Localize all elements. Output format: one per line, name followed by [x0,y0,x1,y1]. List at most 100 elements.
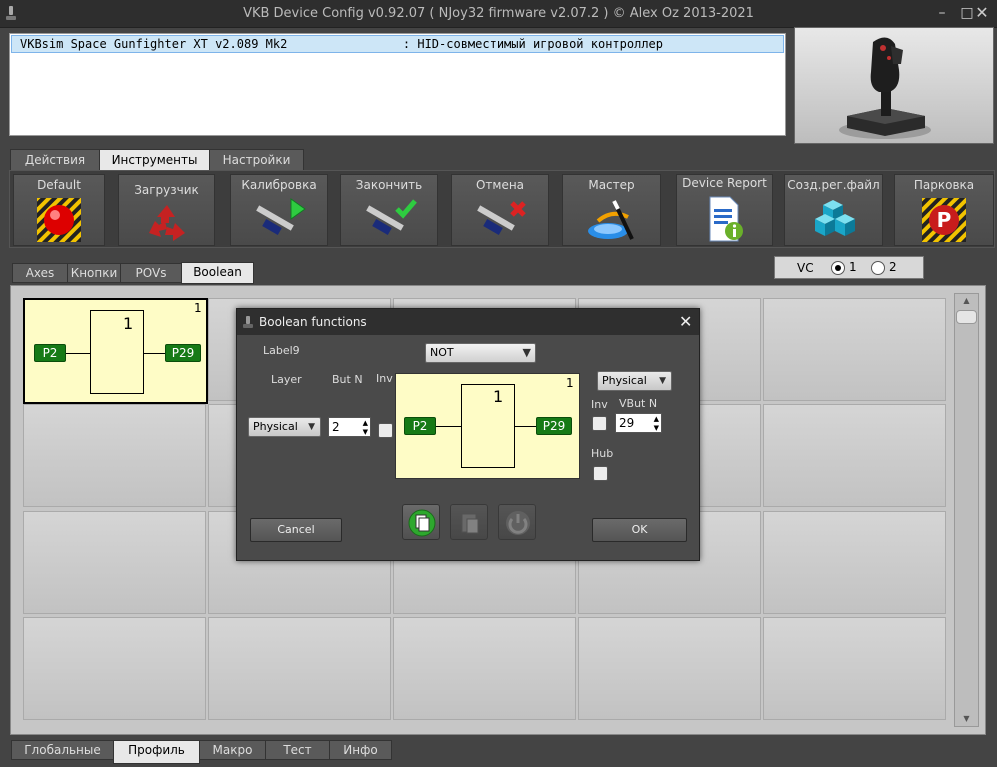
label9: Label9 [263,344,300,357]
spin-up-icon[interactable]: ▲ [363,419,368,427]
tab-info[interactable]: Инфо [329,740,392,760]
layer-select[interactable]: Physical ▼ [248,417,321,437]
device-report-button[interactable]: Device Report [676,174,773,246]
inv-checkbox[interactable] [378,423,393,438]
boolean-cell[interactable] [763,617,946,720]
tab-tools[interactable]: Инструменты [99,149,210,171]
joystick-icon [243,316,253,328]
tab-test[interactable]: Тест [265,740,330,760]
tab-actions[interactable]: Действия [10,149,100,171]
tab-buttons[interactable]: Кнопки [67,263,121,283]
report-info-icon [709,196,743,242]
boolean-cell[interactable] [23,404,206,507]
create-registry-file-button[interactable]: Созд.рег.файл [784,174,883,246]
out-inv-checkbox[interactable] [592,416,607,431]
spin-down-icon[interactable]: ▼ [654,424,659,432]
boolean-cell[interactable] [763,511,946,614]
tab-profile[interactable]: Профиль [113,740,200,764]
loader-button[interactable]: Загрузчик [118,174,215,246]
copy-button[interactable] [402,504,440,540]
preview-gate-value: 1 [493,387,504,406]
calipers-play-icon [256,198,306,235]
tools-toolbar: Default Загрузчик Калибровка Закончить О… [9,170,995,248]
title-bar: VKB Device Config v0.92.07 ( NJoy32 firm… [0,0,997,28]
output-pin: P29 [165,344,201,362]
finish-button[interactable]: Закончить [340,174,438,246]
registry-cubes-icon [814,200,855,236]
create-registry-file-button-label: Созд.рег.файл [787,178,880,192]
cancel-button[interactable]: Cancel [250,518,342,542]
close-window-button[interactable]: ✕ [970,2,994,24]
vc-radio-1-label: 1 [849,260,857,274]
parking-button[interactable]: Парковка P [894,174,994,246]
device-image [794,27,994,144]
input-pin: P2 [34,344,66,362]
wizard-button[interactable]: Мастер [562,174,661,246]
function-select[interactable]: NOT ▼ [425,343,536,363]
tab-global[interactable]: Глобальные [11,740,114,760]
calibrate-button[interactable]: Калибровка [230,174,328,246]
boolean-functions-dialog: Boolean functions ✕ Label9 NOT ▼ Layer B… [236,308,700,561]
boolean-cell[interactable] [23,617,206,720]
preview-output-wire [515,426,537,427]
red-button-icon [37,198,81,242]
chevron-down-icon: ▼ [308,422,315,432]
butn-spinner[interactable]: 2 ▲ ▼ [328,417,371,437]
spin-up-icon[interactable]: ▲ [654,415,659,423]
boolean-cell[interactable] [208,617,391,720]
parking-icon: P [922,198,966,242]
hub-checkbox[interactable] [593,466,608,481]
device-list[interactable]: VKBsim Space Gunfighter XT v2.089 Mk2 : … [9,33,786,136]
loader-button-label: Загрузчик [134,183,199,197]
vc-radio-2[interactable] [871,261,885,275]
tab-povs[interactable]: POVs [120,263,182,283]
boolean-cell[interactable] [23,511,206,614]
vc-radio-1[interactable] [831,261,845,275]
preview-logic-gate [461,384,515,468]
paste-button[interactable] [450,504,488,540]
boolean-cell-1[interactable]: 1 1 P2 P29 [23,298,208,404]
power-reset-icon [506,511,530,535]
butn-label: But N [332,373,363,386]
vbutn-spinner[interactable]: 29 ▲ ▼ [615,413,662,433]
device-report-button-label: Device Report [682,176,767,190]
wizard-wand-icon [587,200,634,240]
cancel-calibration-button[interactable]: Отмена [451,174,549,246]
wizard-button-label: Мастер [588,178,635,192]
dialog-title-bar: Boolean functions ✕ [237,309,699,335]
out-inv-label: Inv [591,398,608,411]
preview-number: 1 [566,376,574,390]
output-layer-select-value: Physical [602,374,647,387]
vbutn-label: VBut N [619,397,658,410]
scroll-up-icon[interactable]: ▲ [955,296,978,305]
tab-macro[interactable]: Макро [199,740,266,760]
vc-radio-2-label: 2 [889,260,897,274]
chevron-down-icon: ▼ [522,346,531,359]
preview-input-wire [434,426,462,427]
layer-select-value: Physical [253,420,298,433]
boolean-cell[interactable] [578,617,761,720]
reset-button[interactable] [498,504,536,540]
boolean-cell[interactable] [763,404,946,507]
tab-axes[interactable]: Axes [12,263,68,283]
default-button[interactable]: Default [13,174,105,246]
minimize-button[interactable]: – [930,2,954,24]
boolean-cell[interactable] [763,298,946,401]
output-layer-select[interactable]: Physical ▼ [597,371,672,391]
inv-label: Inv [376,372,393,385]
device-list-item[interactable]: VKBsim Space Gunfighter XT v2.089 Mk2 : … [11,35,784,53]
butn-value: 2 [332,420,340,434]
dialog-close-icon[interactable]: ✕ [679,312,692,331]
logic-gate [90,310,144,394]
grid-scrollbar[interactable]: ▲ ▼ [954,293,979,727]
scroll-thumb[interactable] [956,310,977,324]
boolean-cell[interactable] [393,617,576,720]
ok-button[interactable]: OK [592,518,687,542]
default-button-label: Default [37,178,81,192]
tab-settings[interactable]: Настройки [209,149,304,171]
scroll-down-icon[interactable]: ▼ [955,714,978,723]
spin-down-icon[interactable]: ▼ [363,428,368,436]
hub-label: Hub [591,447,614,460]
cell-number: 1 [194,301,202,315]
tab-boolean[interactable]: Boolean [181,262,254,284]
